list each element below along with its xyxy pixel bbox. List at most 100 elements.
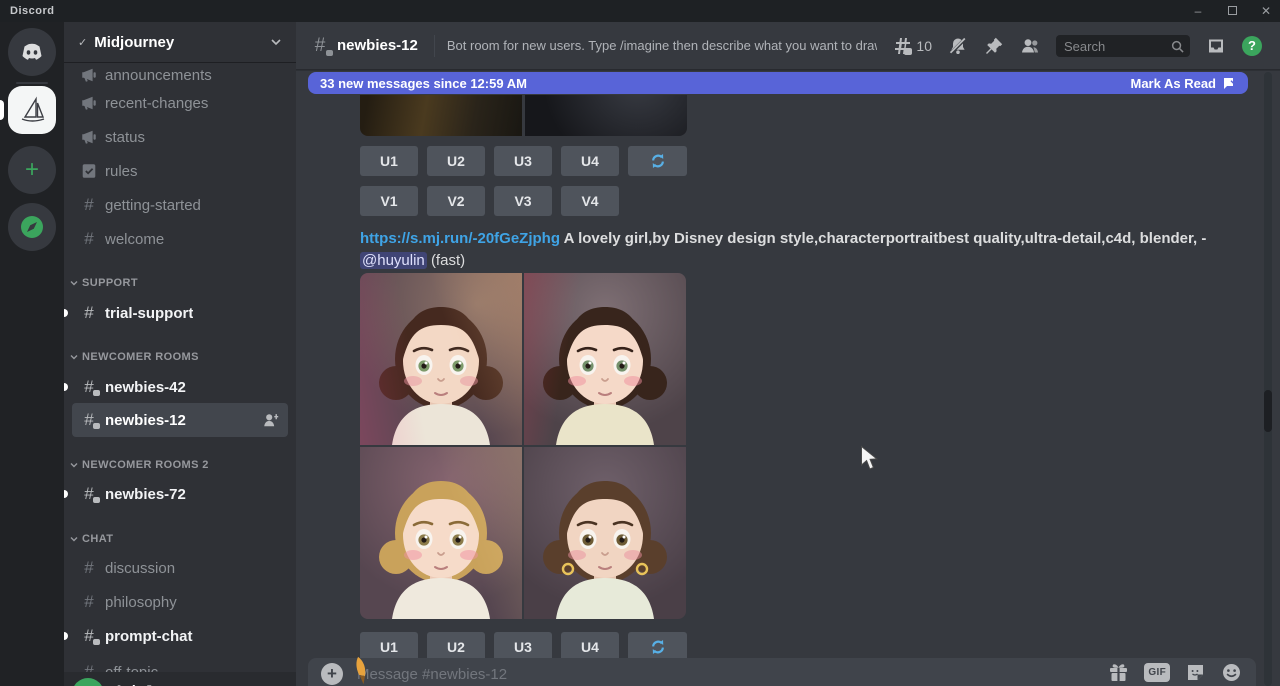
- unread-pill: [64, 383, 68, 391]
- sidebar-item-status[interactable]: status: [72, 120, 288, 154]
- sidebar-item-rules[interactable]: rules: [72, 154, 288, 188]
- v1-button[interactable]: V1: [360, 186, 418, 216]
- gift-icon[interactable]: [1108, 662, 1129, 683]
- category-chat[interactable]: CHAT: [70, 529, 288, 549]
- help-button[interactable]: ?: [1242, 36, 1262, 56]
- username: Ash Jones: [114, 682, 185, 686]
- verified-check-icon: ✓: [78, 36, 87, 49]
- add-server-button[interactable]: +: [8, 146, 56, 194]
- emoji-icon[interactable]: [1221, 662, 1242, 683]
- avatar[interactable]: [72, 678, 104, 686]
- channel-label: discussion: [105, 560, 175, 577]
- channel-label: newbies-12: [105, 412, 186, 429]
- members-icon[interactable]: [1020, 36, 1040, 56]
- new-messages-bar: 33 new messages since 12:59 AM Mark As R…: [308, 72, 1248, 94]
- earrings-overlay: [524, 447, 686, 619]
- sidebar-item-philosophy[interactable]: # philosophy: [72, 585, 288, 619]
- sidebar-item-newbies-72[interactable]: # newbies-72: [72, 477, 288, 511]
- pin-icon[interactable]: [984, 36, 1004, 56]
- sidebar-item-newbies-12[interactable]: # newbies-12: [72, 403, 288, 437]
- generated-image-quadrant-1[interactable]: [360, 273, 522, 445]
- channel-sidebar: announcements recent-changes status rule…: [64, 22, 296, 686]
- chat-scrollbar[interactable]: [1264, 72, 1272, 686]
- minimize-button[interactable]: –: [1190, 0, 1206, 22]
- upscale-button-row: U1 U2 U3 U4: [360, 146, 687, 176]
- unread-pill: [64, 309, 68, 317]
- category-support[interactable]: SUPPORT: [70, 273, 288, 293]
- megaphone-icon: [80, 94, 98, 112]
- chevron-down-icon: [70, 535, 78, 543]
- search-placeholder: Search: [1064, 39, 1105, 54]
- brush-cursor-overlay: [348, 652, 377, 686]
- category-label: NEWCOMER ROOMS: [82, 351, 199, 363]
- sidebar-item-prompt-chat[interactable]: # prompt-chat: [72, 619, 288, 653]
- channel-label: announcements: [105, 67, 212, 84]
- reroll-button[interactable]: [628, 146, 687, 176]
- generated-image-partial-right[interactable]: [525, 95, 687, 136]
- v4-button[interactable]: V4: [561, 186, 619, 216]
- channel-label: trial-support: [105, 305, 193, 322]
- server-icon-midjourney[interactable]: [8, 86, 56, 134]
- channel-label: status: [105, 129, 145, 146]
- user-area[interactable]: Ash Jones: [64, 672, 296, 686]
- search-icon: [1171, 40, 1184, 53]
- notifications-off-icon[interactable]: [948, 36, 968, 56]
- generated-image-grid[interactable]: [360, 273, 686, 619]
- generated-image-quadrant-2[interactable]: [524, 273, 686, 445]
- chevron-down-icon: [70, 353, 78, 361]
- prompt-link[interactable]: https://s.mj.run/-20fGeZjphg: [360, 230, 560, 247]
- scrollbar-thumb[interactable]: [1264, 390, 1272, 432]
- message-check-icon: [1222, 76, 1236, 90]
- hash-chat-icon: #: [80, 626, 98, 646]
- discord-window: Discord – ✕ +: [0, 0, 1280, 686]
- category-label: CHAT: [82, 533, 113, 545]
- hash-chat-icon: #: [80, 410, 98, 430]
- home-button[interactable]: [8, 28, 56, 76]
- inbox-icon[interactable]: [1206, 36, 1226, 56]
- maximize-button[interactable]: [1224, 0, 1240, 22]
- category-newcomer-rooms-2[interactable]: NEWCOMER ROOMS 2: [70, 455, 288, 475]
- generated-image-quadrant-4[interactable]: [524, 447, 686, 619]
- user-mention[interactable]: @huyulin: [360, 252, 427, 269]
- sidebar-item-discussion[interactable]: # discussion: [72, 551, 288, 585]
- server-name: Midjourney: [94, 34, 270, 51]
- hash-icon: #: [80, 303, 98, 323]
- new-messages-text: 33 new messages since 12:59 AM: [320, 76, 527, 91]
- u4-button[interactable]: U4: [561, 146, 619, 176]
- category-newcomer-rooms[interactable]: NEWCOMER ROOMS: [70, 347, 288, 367]
- attach-plus-icon[interactable]: +: [321, 663, 343, 685]
- explore-servers-button[interactable]: [8, 203, 56, 251]
- channel-name: newbies-12: [337, 37, 418, 54]
- sidebar-item-getting-started[interactable]: # getting-started: [72, 188, 288, 222]
- sidebar-item-newbies-42[interactable]: # newbies-42: [72, 370, 288, 404]
- u1-button[interactable]: U1: [360, 146, 418, 176]
- server-header[interactable]: ✓ Midjourney: [64, 22, 296, 62]
- mark-as-read-button[interactable]: Mark As Read: [1131, 76, 1237, 91]
- chevron-down-icon: [70, 461, 78, 469]
- previous-image-grid-partial[interactable]: [360, 95, 687, 136]
- v3-button[interactable]: V3: [494, 186, 552, 216]
- hash-icon: #: [80, 558, 98, 578]
- sidebar-item-welcome[interactable]: # welcome: [72, 222, 288, 256]
- channel-label: welcome: [105, 231, 164, 248]
- generated-image-quadrant-3[interactable]: [360, 447, 522, 619]
- sidebar-item-trial-support[interactable]: # trial-support: [72, 296, 288, 330]
- message-composer[interactable]: + Message #newbies-12 GIF: [308, 658, 1256, 686]
- v2-button[interactable]: V2: [427, 186, 485, 216]
- hash-icon: #: [80, 229, 98, 249]
- u2-button[interactable]: U2: [427, 146, 485, 176]
- u3-button[interactable]: U3: [494, 146, 552, 176]
- gif-picker-button[interactable]: GIF: [1144, 663, 1170, 682]
- search-input[interactable]: Search: [1056, 35, 1190, 57]
- channel-topic[interactable]: Bot room for new users. Type /imagine th…: [447, 38, 877, 53]
- app-title: Discord: [10, 5, 54, 17]
- category-label: NEWCOMER ROOMS 2: [82, 459, 209, 471]
- sidebar-item-recent-changes[interactable]: recent-changes: [72, 86, 288, 120]
- close-button[interactable]: ✕: [1258, 0, 1274, 22]
- rail-divider: [16, 82, 48, 84]
- create-invite-icon[interactable]: [262, 411, 280, 429]
- generated-image-partial-left[interactable]: [360, 95, 522, 136]
- plus-icon: +: [25, 158, 39, 182]
- threads-button[interactable]: 10: [893, 36, 932, 56]
- sticker-icon[interactable]: [1185, 662, 1206, 683]
